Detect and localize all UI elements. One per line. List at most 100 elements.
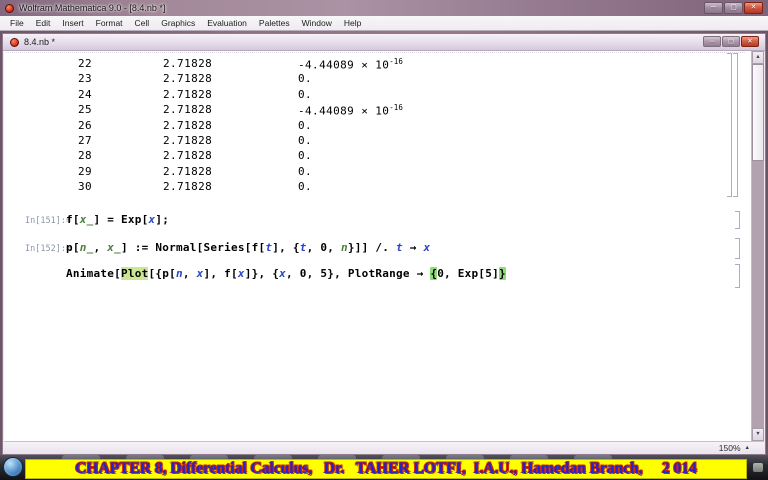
cell-group-bracket[interactable] [727, 53, 732, 197]
table-cell-error: 0. [298, 87, 313, 101]
table-cell-value: 2.71828 [163, 103, 213, 117]
magnification-control[interactable]: 150% ▲ [719, 443, 750, 453]
code-segment: , 0, 5}, PlotRange → [285, 267, 431, 280]
table-row: 23 2.71828 0. [6, 72, 721, 87]
table-cell-value: 2.71828 [163, 57, 213, 70]
code-segment: ], f[ [203, 267, 238, 280]
menu-item-palettes[interactable]: Palettes [253, 16, 296, 30]
menu-item-insert[interactable]: Insert [56, 16, 89, 30]
menu-item-cell[interactable]: Cell [129, 16, 156, 30]
menu-item-graphics[interactable]: Graphics [155, 16, 201, 30]
code-segment: ], { [272, 241, 300, 254]
table-row: 22 2.71828 -4.44089 × 10-16 [6, 57, 721, 72]
table-cell-error: 0. [298, 133, 313, 147]
menu-item-window[interactable]: Window [296, 16, 338, 30]
system-tray-icon[interactable] [753, 463, 763, 472]
table-cell-error: -4.44089 × 10-16 [298, 57, 403, 72]
code-segment: , 0, [306, 241, 341, 254]
notebook-window-controls: ─ ▢ ✕ [702, 36, 759, 47]
table-cell-value: 2.71828 [163, 87, 213, 101]
error-exponent: -16 [389, 57, 403, 66]
input-cell-bracket-3[interactable] [735, 264, 740, 288]
input-cell-1[interactable]: In[151]:= f[x_] = Exp[x]; [6, 213, 731, 230]
table-cell-n: 27 [78, 133, 93, 147]
menu-item-help[interactable]: Help [338, 16, 367, 30]
cell-code[interactable]: f[x_] = Exp[x]; [66, 213, 169, 226]
code-segment: ] = Exp[ [93, 213, 149, 226]
minimize-button[interactable]: ─ [704, 2, 723, 14]
code-segment: Animate[ [66, 267, 121, 280]
mdi-area: 8.4.nb * ─ ▢ ✕ 22 2.71828 -4.44089 × 10-16… [0, 31, 768, 455]
output-table: 22 2.71828 -4.44089 × 10-16 23 2.71828 0. 24 2.… [6, 57, 721, 196]
cell-code[interactable]: Animate[Plot[{p[n, x], f[x]}, {x, 0, 5},… [66, 267, 506, 280]
menu-item-file[interactable]: File [4, 16, 30, 30]
notebook-close-button[interactable]: ✕ [741, 36, 759, 47]
code-segment: ] := Normal[Series[f[ [121, 241, 266, 254]
menu-item-format[interactable]: Format [90, 16, 129, 30]
input-cell-3[interactable]: Animate[Plot[{p[n, x], f[x]}, {x, 0, 5},… [6, 267, 731, 284]
notebook-title-bar[interactable]: 8.4.nb * ─ ▢ ✕ [3, 34, 765, 51]
notebook-body: 22 2.71828 -4.44089 × 10-16 23 2.71828 0. 24 2.… [4, 51, 764, 441]
lecture-banner-text: CHAPTER 8, Differential Calculus, Dr. TA… [75, 460, 697, 477]
cell-code[interactable]: p[n_, x_] := Normal[Series[f[t], {t, 0, … [66, 241, 430, 254]
table-cell-value: 2.71828 [163, 133, 213, 147]
notebook-title: 8.4.nb * [24, 37, 56, 47]
table-cell-value: 2.71828 [163, 164, 213, 178]
table-cell-error: -4.44089 × 10-16 [298, 103, 403, 118]
code-segment: x [237, 267, 245, 280]
code-segment: n [175, 267, 183, 280]
scroll-down-button[interactable]: ▼ [752, 428, 764, 441]
table-cell-n: 28 [78, 149, 93, 163]
code-segment: → [402, 241, 424, 254]
table-row: 25 2.71828 -4.44089 × 10-16 [6, 103, 721, 118]
table-row: 27 2.71828 0. [6, 134, 721, 149]
menu-bar: File Edit Insert Format Cell Graphics Evaluati… [0, 16, 768, 31]
table-row: 30 2.71828 0. [6, 180, 721, 195]
code-segment: x [423, 241, 431, 254]
code-segment: t [299, 241, 307, 254]
table-cell-error: 0. [298, 118, 313, 132]
table-cell-value: 2.71828 [163, 149, 213, 163]
mathematica-app-icon [5, 3, 14, 13]
scroll-up-button[interactable]: ▲ [752, 51, 764, 64]
windows-start-button[interactable] [3, 457, 23, 477]
table-row: 24 2.71828 0. [6, 88, 721, 103]
code-segment: p[ [66, 241, 80, 254]
table-cell-n: 30 [78, 180, 93, 194]
code-segment: x_ [107, 241, 121, 254]
code-segment: n [340, 241, 348, 254]
input-cell-2[interactable]: In[152]:= p[n_, x_] := Normal[Series[f[t]… [6, 241, 731, 258]
lecture-banner: CHAPTER 8, Differential Calculus, Dr. TA… [25, 459, 747, 479]
output-cell-bracket[interactable] [733, 53, 738, 197]
magnification-popup-icon: ▲ [744, 445, 750, 451]
vertical-scrollbar[interactable]: ▲ ▼ [751, 51, 764, 441]
table-cell-n: 23 [78, 72, 93, 86]
scrollbar-thumb[interactable] [752, 64, 764, 161]
code-segment: , [182, 267, 197, 280]
maximize-button[interactable]: ▢ [724, 2, 743, 14]
notebook-window: 8.4.nb * ─ ▢ ✕ 22 2.71828 -4.44089 × 10-16… [2, 33, 766, 455]
notebook-minimize-button[interactable]: ─ [703, 36, 721, 47]
code-segment: Plot [120, 267, 149, 280]
code-segment: } [499, 267, 506, 280]
close-button[interactable]: ✕ [744, 2, 763, 14]
table-cell-value: 2.71828 [163, 118, 213, 132]
code-segment: [{p[ [148, 267, 176, 280]
table-cell-n: 29 [78, 164, 93, 178]
table-cell-error: 0. [298, 72, 313, 86]
notebook-restore-button[interactable]: ▢ [722, 36, 740, 47]
table-cell-value: 2.71828 [163, 180, 213, 194]
code-segment: ]}, { [244, 267, 280, 280]
notebook-content[interactable]: 22 2.71828 -4.44089 × 10-16 23 2.71828 0. 24 2.… [6, 51, 751, 441]
main-window-title: Wolfram Mathematica 9.0 - [8.4.nb *] [19, 3, 166, 13]
menu-item-edit[interactable]: Edit [30, 16, 57, 30]
input-cell-bracket-1[interactable] [735, 211, 740, 229]
code-segment: 0, Exp[5] [437, 267, 500, 280]
input-cell-bracket-2[interactable] [735, 238, 740, 259]
table-cell-error: 0. [298, 180, 313, 194]
menu-item-evaluation[interactable]: Evaluation [201, 16, 253, 30]
table-cell-error: 0. [298, 149, 313, 163]
table-cell-value: 2.71828 [163, 72, 213, 86]
table-row: 28 2.71828 0. [6, 149, 721, 164]
cell-boundary-rule [6, 52, 745, 53]
